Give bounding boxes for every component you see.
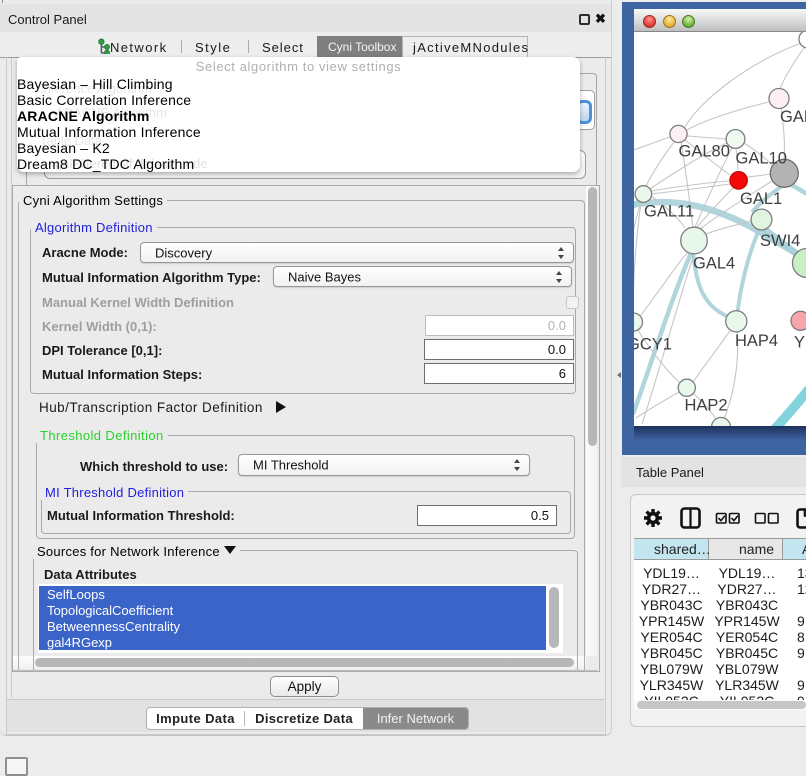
svg-text:GAL11: GAL11 <box>644 203 694 221</box>
svg-text:SWI4: SWI4 <box>760 232 800 250</box>
svg-text:GAL2: GAL2 <box>780 108 806 126</box>
svg-text:GAL80: GAL80 <box>679 143 730 161</box>
svg-text:Y: Y <box>794 334 805 352</box>
svg-text:GAL4: GAL4 <box>693 255 735 273</box>
svg-text:HAP4: HAP4 <box>735 332 778 350</box>
svg-text:GCY1: GCY1 <box>634 336 672 354</box>
svg-text:GAL1: GAL1 <box>740 190 782 208</box>
svg-text:HAP2: HAP2 <box>685 397 728 415</box>
svg-text:GAL10: GAL10 <box>736 150 787 168</box>
